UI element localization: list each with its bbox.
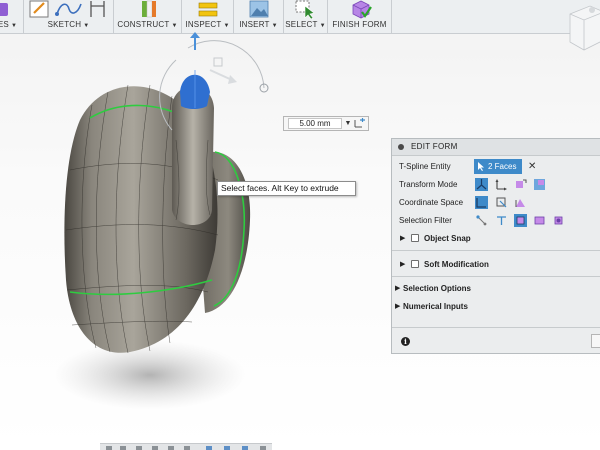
soft-modification-section: ▶ Soft Modification [392,250,600,276]
environment-icon[interactable] [260,446,266,450]
inspect-label: INSPECT [185,20,222,29]
filter-edge-icon[interactable] [495,214,508,227]
selection-options-label: Selection Options [403,284,472,293]
world-space-icon[interactable] [475,196,488,209]
numerical-inputs-expand-icon[interactable]: ▶ [395,302,400,310]
object-snap-label: Object Snap [424,234,471,243]
finish-form-label: FINISH FORM [332,20,387,29]
tspline-model[interactable] [0,30,390,430]
finish-form-button[interactable]: FINISH FORM [328,0,392,34]
info-icon[interactable]: i [401,337,410,346]
construct-menu[interactable]: CONSTRUCT ▼ [114,0,182,34]
insert-image-icon [249,0,269,18]
cursor-arrow-icon [478,162,484,171]
tspline-entity-selection[interactable]: 2 Faces [474,159,522,174]
chevron-down-icon: ▼ [171,23,178,29]
tspline-entity-label: T-Spline Entity [399,162,451,171]
chevron-down-icon: ▼ [271,23,278,29]
hint-tooltip: Select faces. Alt Key to extrude [217,181,356,196]
transform-translate-icon[interactable] [495,178,508,191]
filter-face-icon[interactable] [514,214,527,227]
select-icon [295,0,315,19]
measure-icon [198,2,218,17]
distance-dropdown-icon[interactable]: ▼ [344,118,352,129]
move-arrow-right-icon[interactable] [209,69,233,81]
construct-icon [142,0,156,18]
transform-rotate-icon[interactable] [514,178,527,191]
chevron-down-icon: ▼ [319,23,326,29]
create-icon [0,3,8,16]
clear-selection-icon[interactable]: ✕ [528,162,536,172]
faces-count: 2 Faces [488,162,517,171]
inspect-menu[interactable]: INSPECT ▼ [182,0,234,34]
manipulator-settings-icon[interactable] [354,118,366,129]
view-cube[interactable] [560,0,600,54]
sketch-menu[interactable]: SKETCH ▼ [24,0,114,34]
construct-label: CONSTRUCT [117,20,170,29]
sketch-icon [29,0,105,18]
filter-vertex-icon[interactable] [475,214,488,227]
toolbar: ES ▼ SKETCH ▼ CONSTRUCT ▼ INSPECT ▼ INSE… [0,0,600,34]
look-at-icon[interactable] [120,446,126,450]
create-label: ES [0,20,9,29]
edit-form-panel: EDIT FORM T-Spline Entity 2 Faces ✕ Tran… [391,138,600,354]
object-snap-expand-icon[interactable]: ▶ [400,234,405,242]
view-space-icon[interactable] [495,196,508,209]
navigation-bar [100,443,272,450]
distance-input-widget: 5.00 mm ▼ [283,116,369,131]
zoom-window-icon[interactable] [184,446,190,450]
soft-modification-checkbox[interactable] [411,260,419,268]
local-space-icon[interactable] [514,196,527,209]
transform-mode-label: Transform Mode [399,180,458,189]
chevron-down-icon: ▼ [10,23,18,29]
pan-icon[interactable] [136,446,142,450]
chevron-down-icon: ▼ [223,23,230,29]
transform-multi-mode-icon[interactable] [475,178,488,191]
insert-menu[interactable]: INSERT ▼ [234,0,284,34]
selection-options-section[interactable]: ▶ Selection Options [392,276,600,296]
numerical-inputs-label: Numerical Inputs [403,302,468,311]
insert-label: INSERT [239,20,270,29]
selection-options-expand-icon[interactable]: ▶ [395,284,400,292]
create-menu[interactable]: ES ▼ [0,0,24,34]
orbit-icon[interactable] [106,446,112,450]
coordinate-space-label: Coordinate Space [399,198,464,207]
numerical-inputs-section[interactable]: ▶ Numerical Inputs [392,296,600,327]
zoom-icon[interactable] [152,446,158,450]
filter-all-icon[interactable] [552,214,565,227]
transform-scale-icon[interactable] [533,178,546,191]
distance-input[interactable]: 5.00 mm [288,118,342,129]
ok-button[interactable] [591,334,600,348]
scale-handle-icon[interactable] [213,57,223,67]
panel-header[interactable]: EDIT FORM [392,139,600,156]
finish-form-icon [352,0,372,19]
sketch-label: SKETCH [47,20,82,29]
fit-icon[interactable] [168,446,174,450]
grid-settings-icon[interactable] [224,446,230,450]
panel-footer: i [392,327,600,355]
display-settings-icon[interactable] [206,446,212,450]
panel-title: EDIT FORM [411,142,458,151]
soft-modification-expand-icon[interactable]: ▶ [400,260,405,268]
collapse-dot-icon[interactable] [398,144,404,150]
selection-filter-label: Selection Filter [399,216,452,225]
select-menu[interactable]: SELECT ▼ [284,0,328,34]
soft-modification-label: Soft Modification [424,260,489,269]
filter-body-icon[interactable] [533,214,546,227]
viewports-icon[interactable] [242,446,248,450]
select-label: SELECT [285,20,318,29]
chevron-down-icon: ▼ [83,23,90,29]
object-snap-checkbox[interactable] [411,234,419,242]
